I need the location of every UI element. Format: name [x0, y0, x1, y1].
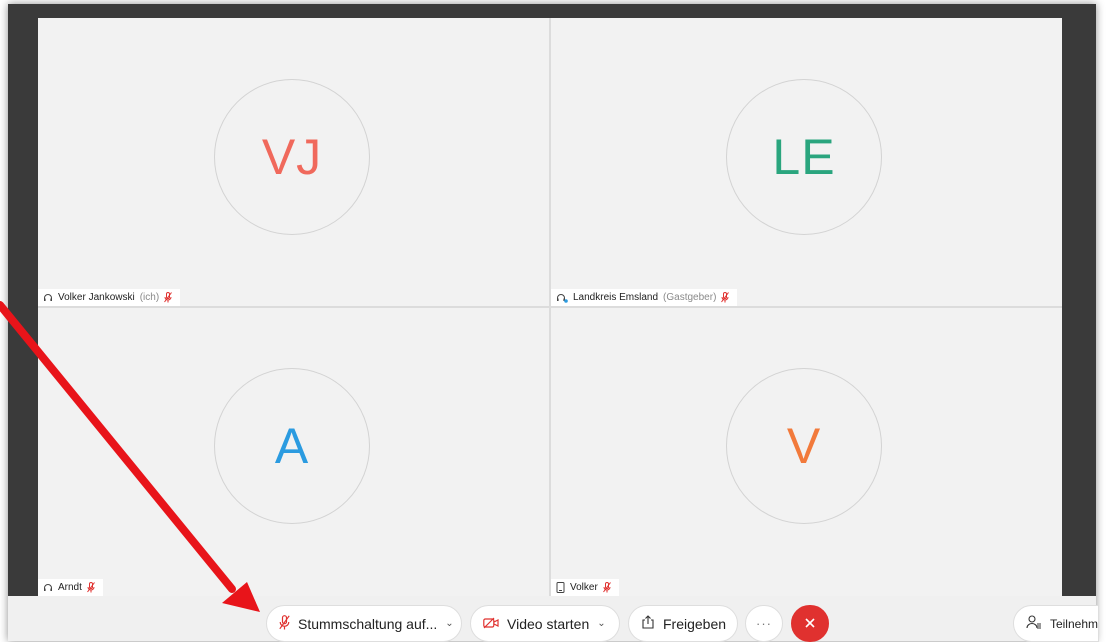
- participant-role: (ich): [139, 292, 160, 303]
- video-tile-volker[interactable]: V Volker: [551, 308, 1062, 596]
- participant-name: Volker: [570, 582, 598, 593]
- chevron-down-icon[interactable]: ⌄: [597, 618, 605, 629]
- participants-button[interactable]: Teilnehm: [1012, 605, 1099, 642]
- avatar-volker-jankowski: VJ: [214, 79, 370, 235]
- video-tile-arndt[interactable]: A Arndt: [38, 308, 549, 596]
- avatar-landkreis-emsland: LE: [726, 79, 882, 235]
- more-options-button[interactable]: ···: [745, 605, 783, 642]
- unmute-button[interactable]: Stummschaltung auf... ⌄: [266, 605, 462, 642]
- avatar-arndt: A: [214, 368, 370, 524]
- muted-mic-icon: [721, 292, 730, 303]
- close-icon: [804, 616, 816, 632]
- muted-mic-icon: [602, 582, 611, 593]
- muted-mic-icon: [279, 614, 290, 633]
- participant-role: (Gastgeber): [663, 292, 717, 303]
- headset-host-icon: [556, 293, 568, 303]
- unmute-label: Stummschaltung auf...: [298, 615, 438, 632]
- headset-icon: [43, 293, 53, 303]
- meeting-toolbar: Stummschaltung auf... ⌄ Video starten ⌄ …: [8, 596, 1099, 642]
- participant-nameplate: Landkreis Emsland (Gastgeber): [551, 289, 738, 306]
- headset-icon: [43, 583, 53, 593]
- video-grid: VJ Volker Jankowski (ich) LE Landkreis E…: [38, 18, 1062, 596]
- participant-name: Landkreis Emsland: [573, 292, 659, 303]
- muted-mic-icon: [87, 582, 95, 593]
- avatar-initials: LE: [772, 129, 836, 185]
- participant-nameplate: Volker: [551, 579, 619, 596]
- video-tile-landkreis-emsland[interactable]: LE Landkreis Emsland (Gastgeber): [551, 18, 1062, 306]
- share-icon: [641, 615, 655, 632]
- avatar-initials: A: [274, 418, 310, 474]
- avatar-volker: V: [726, 368, 882, 524]
- participants-label: Teilnehm: [1049, 616, 1098, 631]
- start-video-button[interactable]: Video starten ⌄: [470, 605, 620, 642]
- share-button[interactable]: Freigeben: [628, 605, 738, 642]
- participant-name: Arndt: [58, 582, 82, 593]
- participants-icon: [1026, 615, 1042, 632]
- avatar-initials: V: [786, 418, 822, 474]
- chevron-down-icon[interactable]: ⌄: [445, 618, 453, 629]
- start-video-label: Video starten: [507, 615, 590, 632]
- screenshot-frame: VJ Volker Jankowski (ich) LE Landkreis E…: [0, 0, 1111, 642]
- share-label: Freigeben: [663, 615, 727, 632]
- meeting-window: VJ Volker Jankowski (ich) LE Landkreis E…: [8, 4, 1099, 642]
- leave-meeting-button[interactable]: [791, 605, 829, 642]
- phone-icon: [556, 582, 565, 593]
- participant-name: Volker Jankowski: [58, 292, 135, 303]
- participant-nameplate: Arndt: [38, 579, 103, 596]
- video-tile-volker-jankowski[interactable]: VJ Volker Jankowski (ich): [38, 18, 549, 306]
- more-icon: ···: [756, 616, 772, 631]
- video-off-icon: [483, 616, 499, 632]
- avatar-initials: VJ: [261, 129, 323, 185]
- muted-mic-icon: [164, 292, 173, 303]
- participant-nameplate: Volker Jankowski (ich): [38, 289, 181, 306]
